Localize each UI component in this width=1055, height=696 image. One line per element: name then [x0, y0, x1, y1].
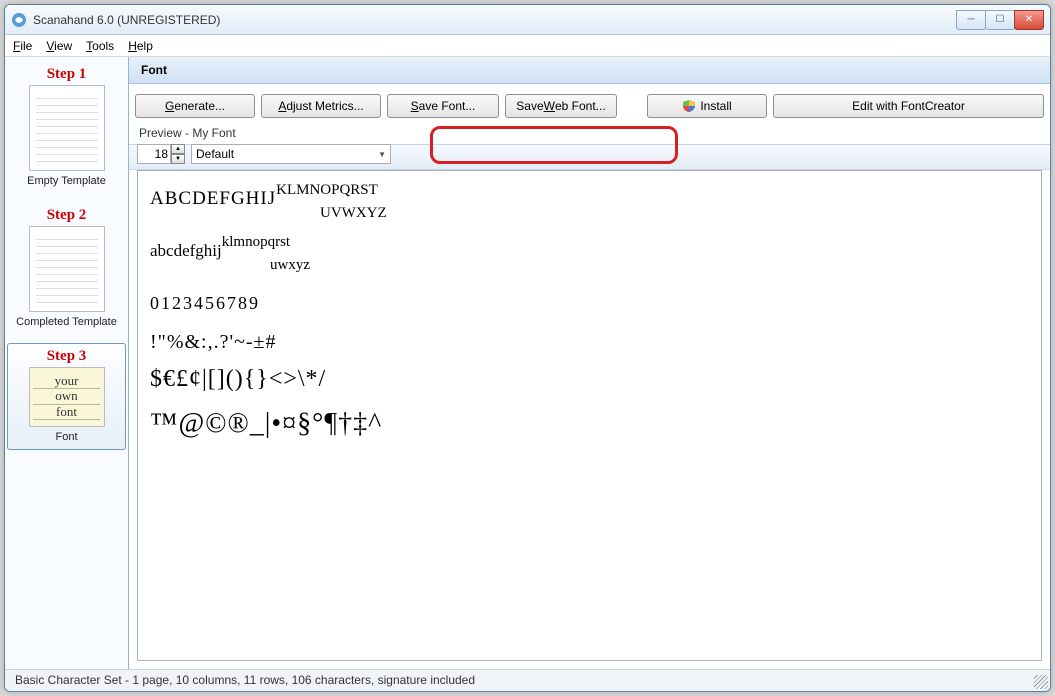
- preset-combo-value: Default: [196, 147, 234, 161]
- chevron-down-icon: ▼: [378, 150, 386, 159]
- statusbar: Basic Character Set - 1 page, 10 columns…: [5, 669, 1050, 691]
- shield-icon: [682, 99, 696, 113]
- status-text: Basic Character Set - 1 page, 10 columns…: [15, 673, 475, 687]
- menubar: File View Tools Help: [5, 35, 1050, 57]
- spin-down-button[interactable]: ▼: [171, 154, 185, 164]
- glyph-preview[interactable]: ABCDEFGHIJKLMNOPQRST UVWXYZ abcdefghijkl…: [137, 170, 1042, 661]
- save-font-button[interactable]: Save Font...: [387, 94, 499, 118]
- preview-label: Preview - My Font: [129, 124, 1050, 144]
- spin-up-button[interactable]: ▲: [171, 144, 185, 154]
- step3-thumb: your own font: [29, 367, 105, 427]
- step1-thumb: [29, 85, 105, 171]
- install-button[interactable]: Install: [647, 94, 767, 118]
- preset-combo[interactable]: Default ▼: [191, 144, 391, 164]
- step3-label: Font: [10, 431, 123, 443]
- close-button[interactable]: ✕: [1014, 10, 1044, 30]
- edit-fontcreator-button[interactable]: Edit with FontCreator: [773, 94, 1044, 118]
- preview-toolbar: ▲ ▼ Default ▼: [129, 144, 1050, 170]
- resize-grip[interactable]: [1034, 675, 1048, 689]
- generate-button[interactable]: Generate...: [135, 94, 255, 118]
- window-title: Scanahand 6.0 (UNREGISTERED): [33, 13, 220, 27]
- menu-file[interactable]: File: [13, 39, 32, 53]
- menu-tools[interactable]: Tools: [86, 39, 114, 53]
- save-web-font-button[interactable]: Save Web Font...: [505, 94, 617, 118]
- sidebar-step-3[interactable]: Step 3 your own font Font: [7, 343, 126, 450]
- step2-label: Completed Template: [10, 316, 123, 328]
- adjust-metrics-button[interactable]: Adjust Metrics...: [261, 94, 381, 118]
- minimize-button[interactable]: ─: [956, 10, 986, 30]
- toolbar: Generate... Adjust Metrics... Save Font.…: [129, 84, 1050, 124]
- step1-label: Empty Template: [10, 175, 123, 187]
- app-icon: [11, 12, 27, 28]
- step1-title: Step 1: [10, 66, 123, 83]
- menu-help[interactable]: Help: [128, 39, 153, 53]
- font-size-input[interactable]: [137, 144, 171, 164]
- step2-title: Step 2: [10, 207, 123, 224]
- main-panel: Font Generate... Adjust Metrics... Save …: [129, 57, 1050, 669]
- step2-thumb: [29, 226, 105, 312]
- maximize-button[interactable]: ☐: [985, 10, 1015, 30]
- titlebar: Scanahand 6.0 (UNREGISTERED) ─ ☐ ✕: [5, 5, 1050, 35]
- sidebar-step-1[interactable]: Step 1 Empty Template: [7, 61, 126, 194]
- step3-title: Step 3: [10, 348, 123, 365]
- sidebar-step-2[interactable]: Step 2 Completed Template: [7, 202, 126, 335]
- menu-view[interactable]: View: [46, 39, 72, 53]
- font-size-spinner[interactable]: ▲ ▼: [137, 144, 185, 164]
- page-title: Font: [129, 57, 1050, 84]
- sidebar: Step 1 Empty Template Step 2 Completed T…: [5, 57, 129, 669]
